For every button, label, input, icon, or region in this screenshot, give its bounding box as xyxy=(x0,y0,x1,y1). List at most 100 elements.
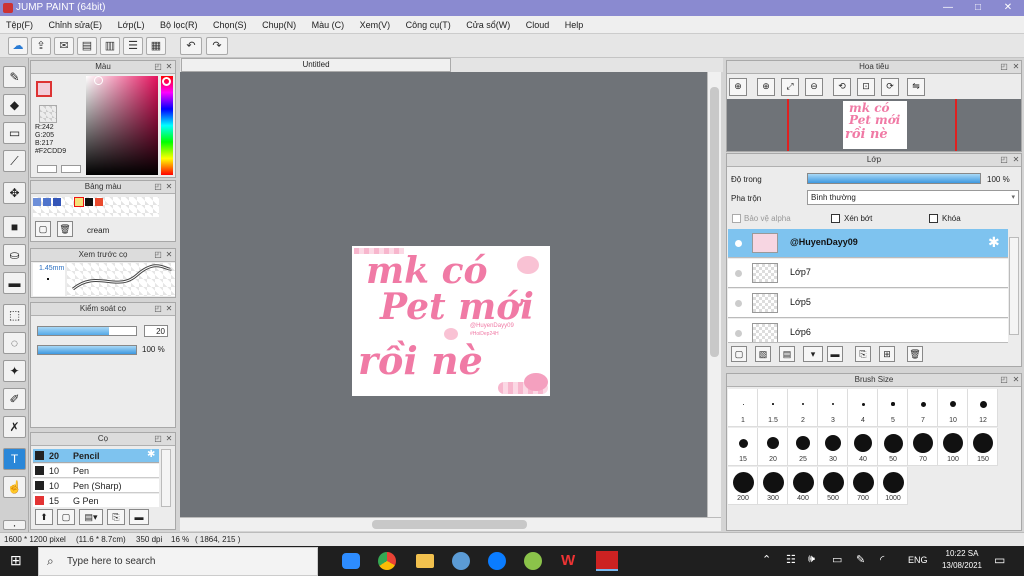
panel-close-icon[interactable]: ✕ xyxy=(164,304,174,314)
float-icon[interactable]: ◰ xyxy=(153,434,163,444)
panel-close-icon[interactable]: ✕ xyxy=(1011,375,1021,385)
fit-icon[interactable]: ⤢ xyxy=(781,78,799,96)
zoom-out-icon[interactable]: ⊖ xyxy=(805,78,823,96)
chevron-up-icon[interactable]: ⌃ xyxy=(762,553,771,566)
new-vector-layer-icon[interactable]: ▧ xyxy=(755,346,771,362)
zalo-icon[interactable] xyxy=(488,552,506,570)
pen-tool-icon[interactable]: ✎ xyxy=(3,66,26,88)
eraser-tool-icon[interactable]: ◆ xyxy=(3,94,26,116)
new-palette-icon[interactable]: ▢ xyxy=(35,221,51,237)
hue-cursor[interactable] xyxy=(162,77,171,86)
brush-item-gpen[interactable]: 15 G Pen xyxy=(33,494,159,507)
close-button[interactable]: ✕ xyxy=(993,0,1023,16)
move-tool-icon[interactable]: ✥ xyxy=(3,182,26,204)
panel-close-icon[interactable]: ✕ xyxy=(1011,155,1021,165)
comment-icon[interactable]: ✉ xyxy=(54,37,74,55)
brush-size-cell[interactable]: 7 xyxy=(908,389,938,427)
jump-paint-taskbar-icon[interactable] xyxy=(596,551,618,571)
swatch[interactable] xyxy=(53,198,61,206)
rotate-left-icon[interactable]: ⟲ xyxy=(833,78,851,96)
brush-size-cell[interactable]: 1 xyxy=(728,389,758,427)
fill-rect-icon[interactable]: ■ xyxy=(3,216,26,238)
brush-size-value[interactable]: 20 xyxy=(144,325,168,337)
brush-size-cell[interactable]: 2 xyxy=(788,389,818,427)
swatch[interactable] xyxy=(95,198,103,206)
float-icon[interactable]: ◰ xyxy=(153,250,163,260)
panel-close-icon[interactable]: ✕ xyxy=(164,182,174,192)
float-icon[interactable]: ◰ xyxy=(153,62,163,72)
panel-close-icon[interactable]: ✕ xyxy=(164,62,174,72)
horizontal-scrollbar[interactable] xyxy=(180,517,721,531)
layer-scrollbar[interactable] xyxy=(1009,237,1019,335)
folder-icon[interactable]: ▬ xyxy=(827,346,843,362)
pen-icon[interactable]: ✎ xyxy=(856,553,865,566)
brush-menu-icon[interactable]: ▤▾ xyxy=(79,509,103,525)
brush-size-cell[interactable]: 10 xyxy=(938,389,968,427)
layer-row-lop7[interactable]: Lớp7 xyxy=(728,259,1008,288)
brush-size-cell[interactable]: 4 xyxy=(848,389,878,427)
layer-menu-icon[interactable]: ▾ xyxy=(803,346,823,362)
visibility-icon[interactable] xyxy=(735,270,742,277)
taskbar-search-box[interactable]: ⌕ Type here to search xyxy=(38,547,318,576)
gear-icon[interactable]: ✱ xyxy=(147,449,155,460)
zoom-in-icon[interactable]: ⊕ xyxy=(729,78,747,96)
zoom-app-icon[interactable] xyxy=(342,553,360,569)
merge-layer-icon[interactable]: ⊞ xyxy=(879,346,895,362)
brush-size-cell[interactable]: 70 xyxy=(908,428,938,466)
layer-row-huyendayy09[interactable]: @HuyenDayy09 ✱ xyxy=(728,229,1008,258)
app-icon[interactable] xyxy=(524,552,542,570)
vertical-scrollbar[interactable] xyxy=(707,72,721,517)
copy-layer-icon[interactable]: ⎘ xyxy=(855,346,871,362)
menu-help[interactable]: Help xyxy=(559,16,591,34)
gear-icon[interactable]: ✱ xyxy=(988,234,1000,251)
lock-checkbox[interactable] xyxy=(929,214,938,223)
horizontal-scroll-thumb[interactable] xyxy=(372,520,527,529)
clipping-checkbox[interactable] xyxy=(831,214,840,223)
float-icon[interactable]: ◰ xyxy=(153,182,163,192)
wps-office-icon[interactable]: W xyxy=(561,552,579,570)
brush-size-cell[interactable]: 3 xyxy=(818,389,848,427)
brush-copy-icon[interactable]: ⎘ xyxy=(107,509,125,525)
minimize-button[interactable]: — xyxy=(933,0,963,16)
delete-palette-icon[interactable]: 🗑 xyxy=(57,221,73,237)
new-halftone-layer-icon[interactable]: ▤ xyxy=(779,346,795,362)
brush-size-cell[interactable]: 700 xyxy=(848,467,878,505)
panel-close-icon[interactable]: ✕ xyxy=(1011,62,1021,72)
brush-list-scrollbar[interactable] xyxy=(161,449,171,507)
menu-filter[interactable]: Bộ lọc(R) xyxy=(154,16,205,34)
protect-alpha-checkbox[interactable] xyxy=(732,214,741,223)
layer-row-lop5[interactable]: Lớp5 xyxy=(728,289,1008,318)
cloud-icon[interactable]: ☁ xyxy=(8,37,28,55)
select-eraser-icon[interactable]: ✗ xyxy=(3,416,26,438)
brush-size-slider[interactable] xyxy=(37,326,137,336)
brush-size-cell[interactable]: 400 xyxy=(788,467,818,505)
saturation-picker[interactable] xyxy=(86,76,158,175)
menu-select[interactable]: Chọn(S) xyxy=(207,16,254,34)
swatch[interactable] xyxy=(43,198,51,206)
brush-size-cell[interactable]: 20 xyxy=(758,428,788,466)
float-icon[interactable]: ◰ xyxy=(999,155,1009,165)
brush-item-pencil[interactable]: 20 Pencil ✱ xyxy=(33,449,159,463)
reset-view-icon[interactable]: ⊡ xyxy=(857,78,875,96)
visibility-icon[interactable] xyxy=(735,330,742,337)
rotate-right-icon[interactable]: ⟳ xyxy=(881,78,899,96)
add-brush-icon[interactable]: ⬆ xyxy=(35,509,53,525)
viewport-indicator[interactable] xyxy=(787,99,957,151)
volume-icon[interactable]: 🕪 xyxy=(808,553,815,566)
panel-close-icon[interactable]: ✕ xyxy=(164,250,174,260)
network-icon[interactable]: ☷ xyxy=(786,553,796,566)
magic-wand-icon[interactable]: ✦ xyxy=(3,360,26,382)
layer-row-lop6[interactable]: Lớp6 xyxy=(728,319,1008,343)
swatch[interactable] xyxy=(33,198,41,206)
document-tab[interactable]: Untitled xyxy=(181,58,451,72)
bucket-tool-icon[interactable]: ⛀ xyxy=(3,244,26,266)
swatch[interactable] xyxy=(85,198,93,206)
brush-opacity-slider[interactable] xyxy=(37,345,137,355)
brush-size-cell[interactable]: 40 xyxy=(848,428,878,466)
brush-size-cell[interactable]: 5 xyxy=(878,389,908,427)
menu-capture[interactable]: Chụp(N) xyxy=(256,16,303,34)
menu-view[interactable]: Xem(V) xyxy=(354,16,398,34)
brush-size-cell[interactable]: 15 xyxy=(728,428,758,466)
color-mode-button-2[interactable] xyxy=(61,165,81,173)
new-brush-icon[interactable]: ▢ xyxy=(57,509,75,525)
